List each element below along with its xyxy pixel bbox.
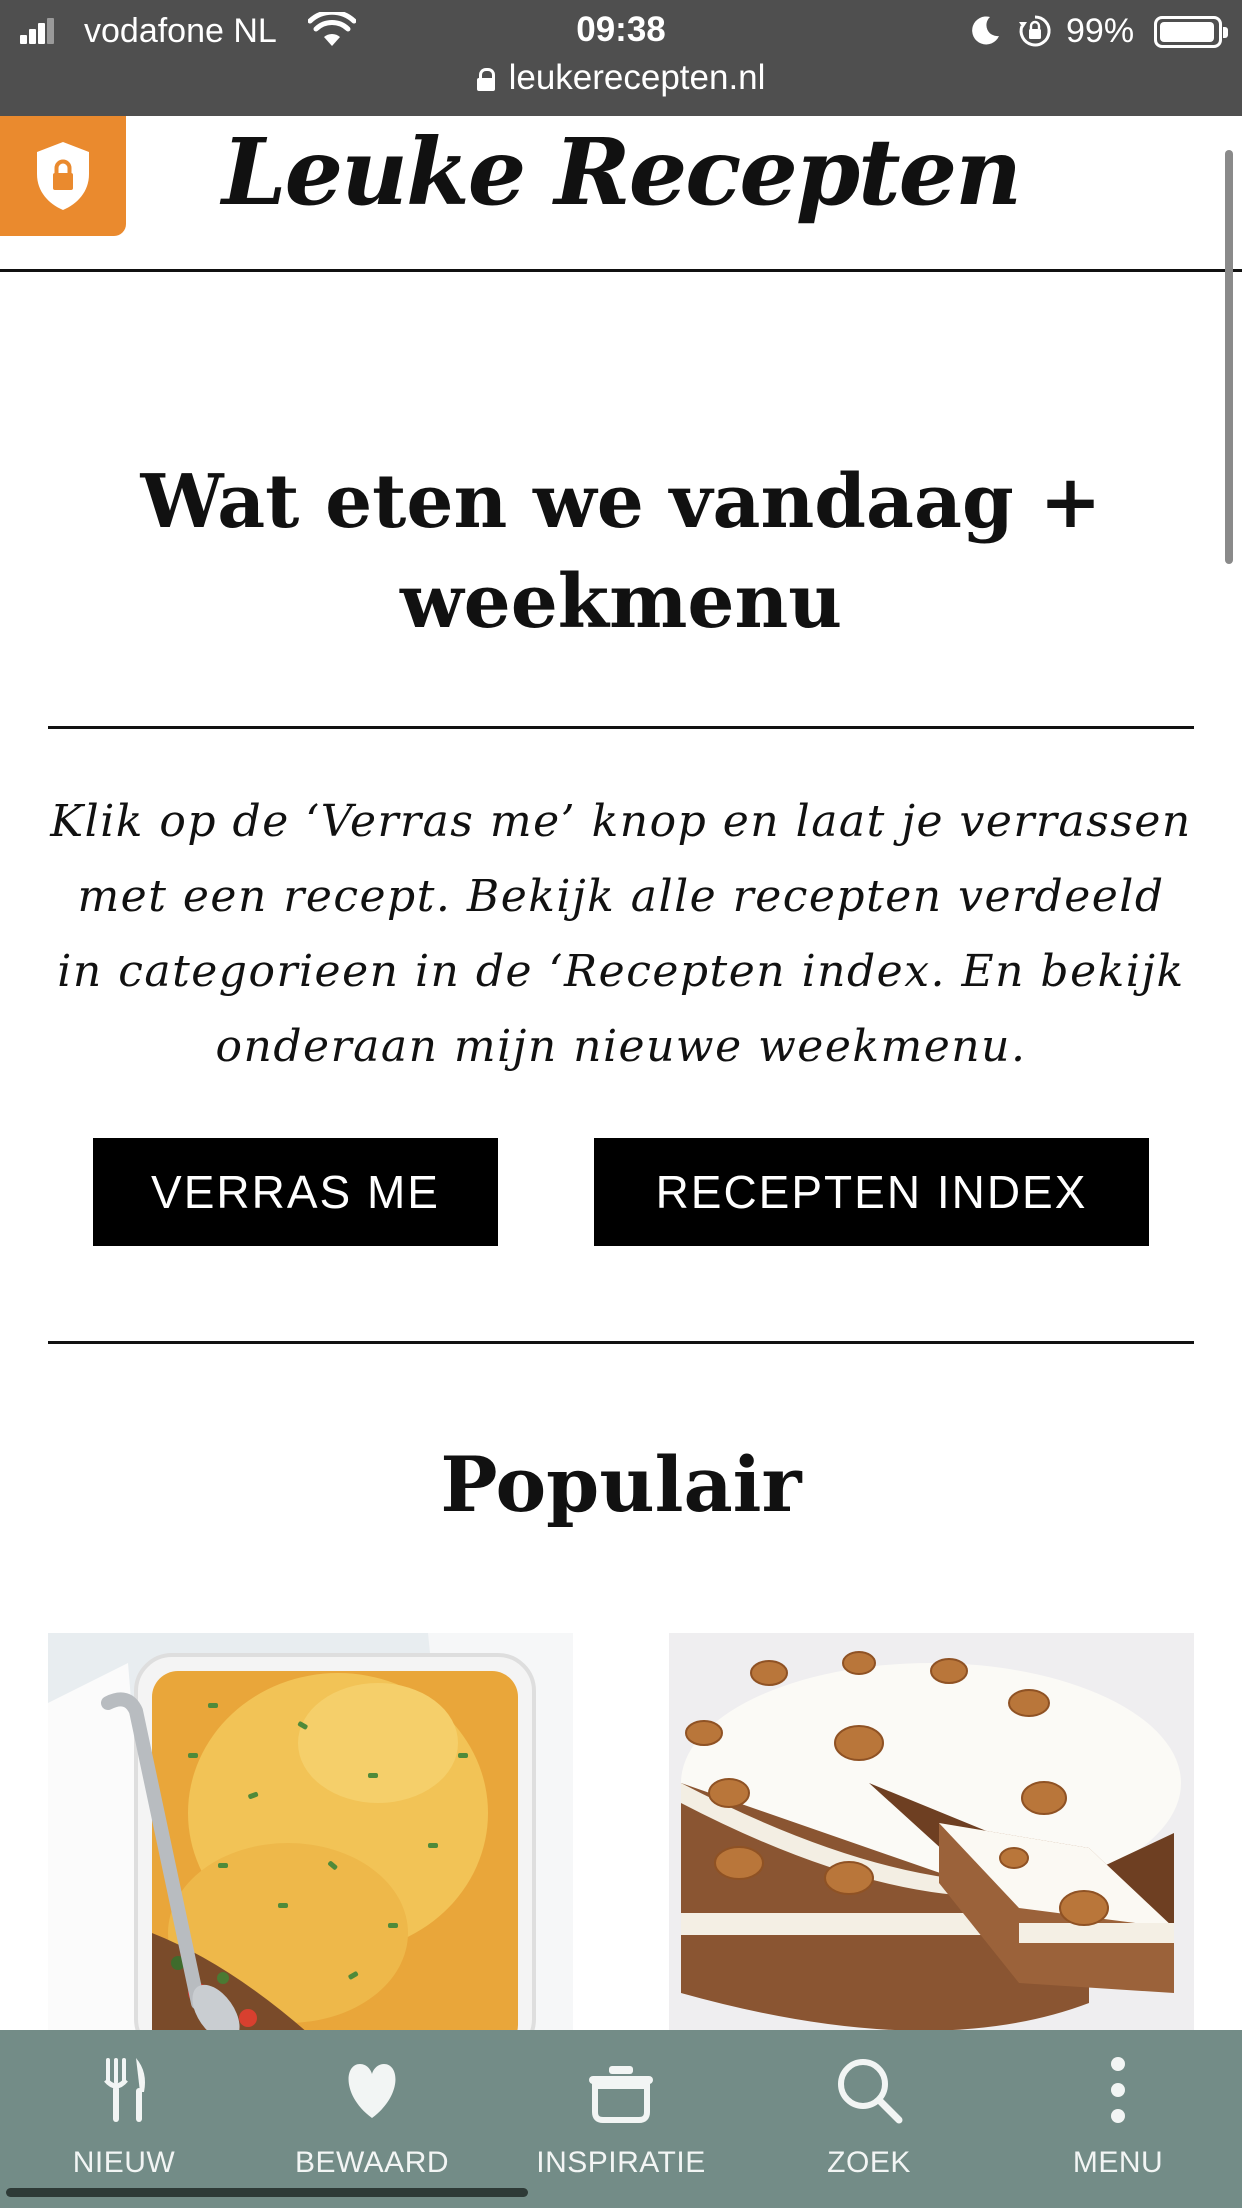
intro-text: Klik op de ‘Verras me’ knop en laat je v… bbox=[50, 796, 1192, 1072]
divider bbox=[48, 726, 1194, 729]
popular-section-title: Populair bbox=[440, 1440, 802, 1529]
padlock-icon bbox=[476, 68, 495, 91]
casserole-image bbox=[48, 1633, 573, 2033]
recipe-card-carrot-cake[interactable] bbox=[669, 1633, 1194, 2033]
page-scrollbar[interactable] bbox=[1225, 150, 1233, 564]
tab-label: ZOEK bbox=[827, 2146, 911, 2179]
site-logo[interactable]: Leuke Recepten bbox=[0, 118, 1242, 226]
tab-inspiratie[interactable]: INSPIRATIE bbox=[497, 2030, 745, 2208]
battery-level bbox=[1160, 22, 1215, 42]
tab-bewaard[interactable]: BEWAARD bbox=[248, 2030, 496, 2208]
divider bbox=[48, 1341, 1194, 1344]
tab-label: INSPIRATIE bbox=[536, 2146, 706, 2179]
tab-menu[interactable]: MENU bbox=[994, 2030, 1242, 2208]
do-not-disturb-icon bbox=[972, 16, 999, 45]
heart-icon bbox=[348, 2064, 396, 2118]
carrot-cake-image bbox=[669, 1633, 1194, 2033]
tab-label: MENU bbox=[1072, 2146, 1164, 2179]
search-icon bbox=[838, 2059, 903, 2124]
battery-percentage: 99% bbox=[1066, 12, 1135, 50]
url-bar[interactable]: leukerecepten.nl bbox=[0, 58, 1242, 104]
more-vertical-icon bbox=[1111, 2057, 1125, 2123]
fork-knife-icon bbox=[104, 2058, 145, 2122]
recipe-index-button[interactable]: RECEPTEN INDEX bbox=[594, 1138, 1149, 1246]
tab-label: NIEUW bbox=[72, 2146, 176, 2179]
pot-icon bbox=[589, 2066, 653, 2123]
browser-status-bar: vodafone NL 09:38 99% leukerecepten.nl bbox=[0, 0, 1242, 116]
tab-nieuw[interactable]: NIEUW bbox=[0, 2030, 248, 2208]
surprise-me-button[interactable]: VERRAS ME bbox=[93, 1138, 498, 1246]
rotation-lock-icon bbox=[1019, 15, 1051, 47]
site-header: Leuke Recepten bbox=[0, 116, 1242, 272]
tab-zoek[interactable]: ZOEK bbox=[745, 2030, 993, 2208]
recipe-card-casserole[interactable] bbox=[48, 1633, 573, 2033]
url-text: leukerecepten.nl bbox=[508, 58, 766, 97]
home-indicator[interactable] bbox=[6, 2188, 528, 2197]
bottom-tab-bar: NIEUW BEWAARD INSPIRATIE ZOEK MENU bbox=[0, 2030, 1242, 2208]
status-row: vodafone NL 09:38 99% bbox=[0, 8, 1242, 56]
page-title: Wat eten we vandaag + weekmenu bbox=[140, 459, 1102, 645]
battery-icon bbox=[1154, 16, 1228, 48]
tab-label: BEWAARD bbox=[294, 2146, 450, 2179]
clock: 09:38 bbox=[576, 10, 666, 49]
